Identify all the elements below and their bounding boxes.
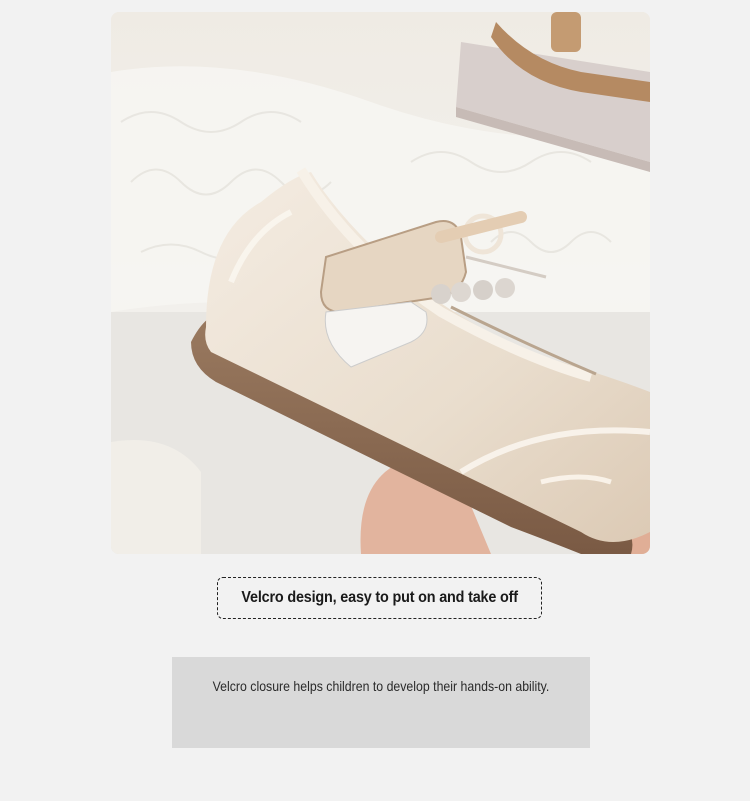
product-photo <box>111 12 650 554</box>
description-box: Velcro closure helps children to develop… <box>172 657 590 748</box>
product-detail-page: Velcro design, easy to put on and take o… <box>0 0 750 801</box>
shoe-image <box>111 12 650 554</box>
caption-box: Velcro design, easy to put on and take o… <box>217 577 542 619</box>
description-text: Velcro closure helps children to develop… <box>212 678 550 694</box>
caption-text: Velcro design, easy to put on and take o… <box>241 589 518 606</box>
